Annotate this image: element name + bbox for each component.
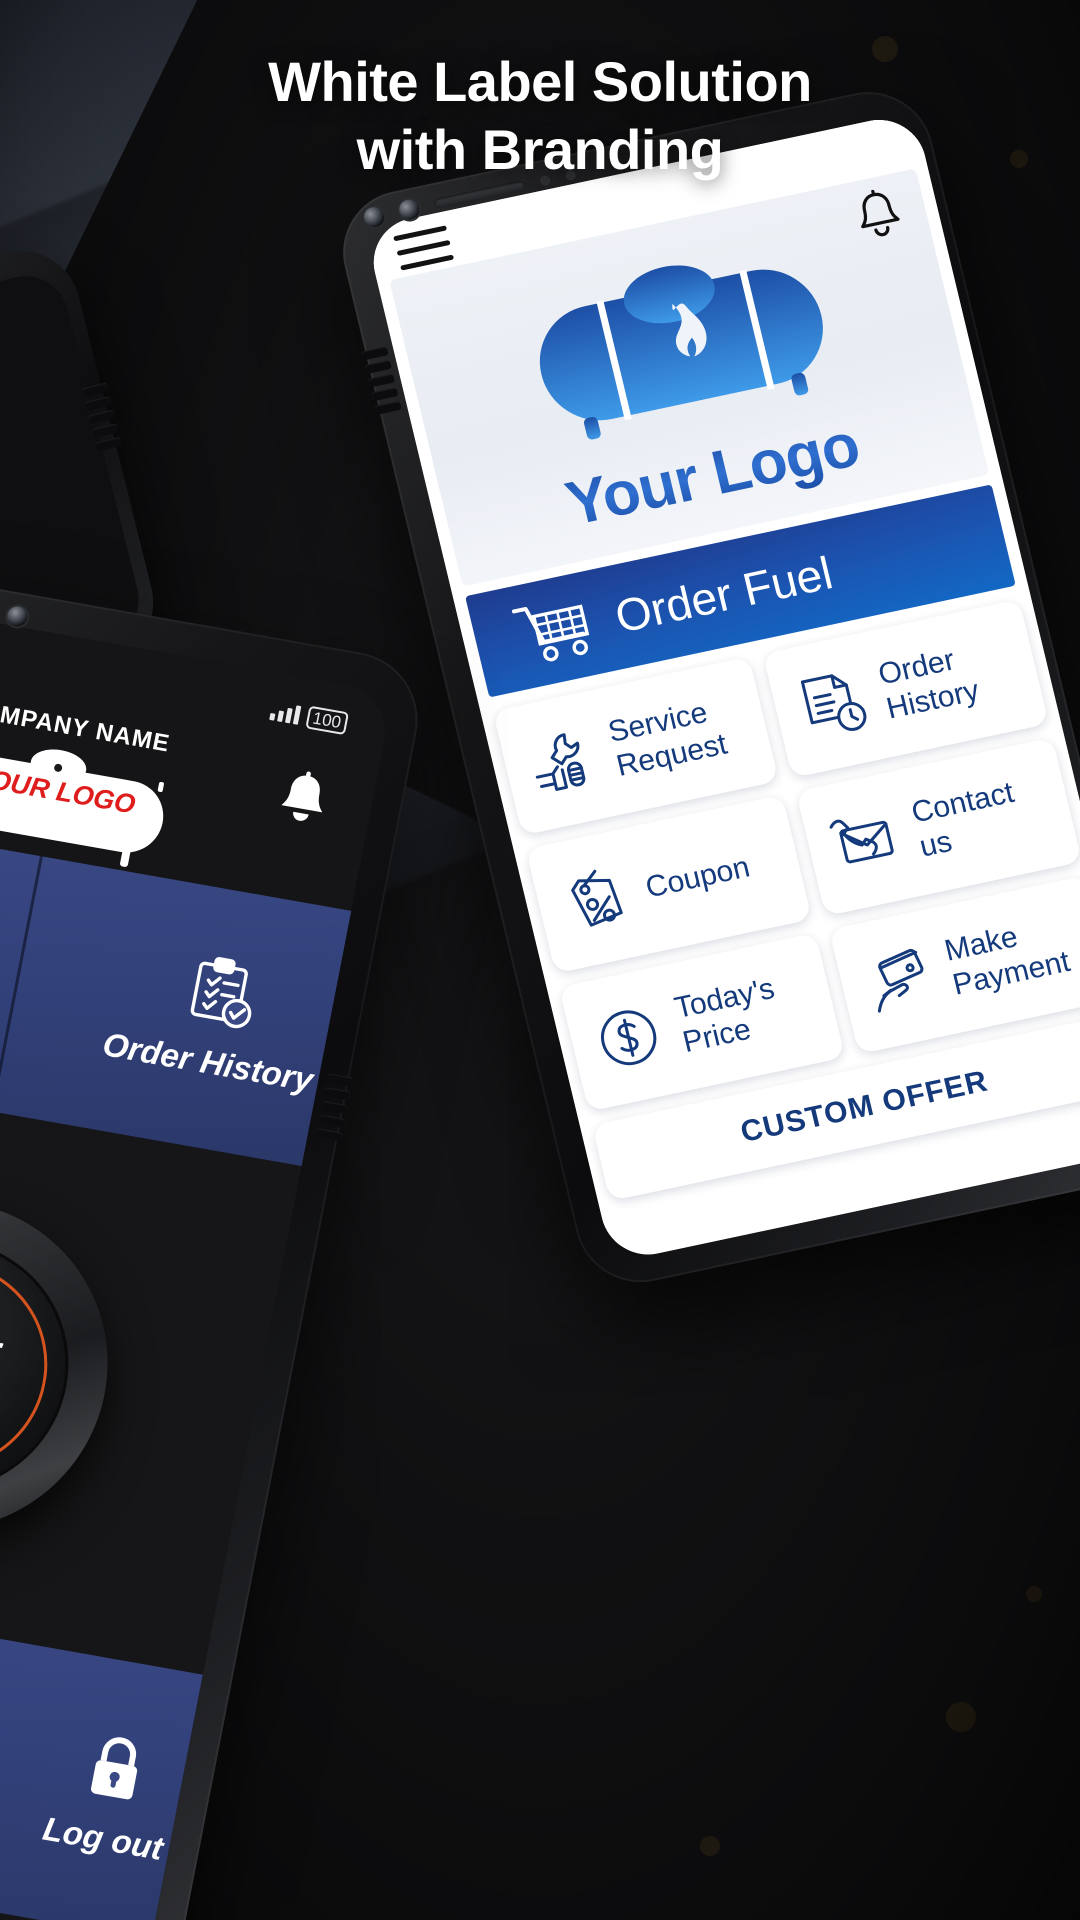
signal-bars-icon [268,701,302,725]
front-camera-icon [5,604,30,629]
wrench-hand-icon [519,719,606,804]
hand-card-icon [855,938,942,1023]
tag-percent-icon [552,857,639,942]
order-fuel-label: Order Fuel [610,546,838,643]
clipboard-check-icon [180,951,263,1034]
envelope-phone-icon [822,800,909,885]
tile-label: Make Payment [941,920,1074,1002]
tile-label: Order History [99,1025,317,1099]
document-clock-icon [789,662,876,747]
front-camera-icon [361,205,387,229]
battery-indicator: 100 [304,705,350,735]
lock-icon [79,1728,154,1809]
bell-icon[interactable] [272,767,334,833]
tile-label: Coupon [642,850,753,905]
shopping-cart-icon [511,593,598,669]
order-fuel-knob-button[interactable]: Order Fuel [0,1175,136,1557]
page-title: White Label Solution with Branding [0,48,1080,185]
right-app-tile-grid: Service Request Order History Coupon Con… [492,599,1080,1202]
page-title-line-1: White Label Solution [268,50,812,113]
tile-label: Today's Price [671,972,778,1060]
tile-label: Log out [40,1809,167,1867]
tile-label: Contact us [908,776,1018,864]
tile-label: Service Request [605,696,731,783]
page-title-line-2: with Branding [356,118,724,182]
tile-label: Order History [875,643,983,726]
front-camera-icon [397,197,422,222]
rotary-knob-icon: Order Fuel [0,1220,91,1512]
dollar-circle-icon [585,995,672,1080]
knob-ring [0,1244,65,1487]
custom-offer-label: CUSTOM OFFER [737,1064,992,1149]
